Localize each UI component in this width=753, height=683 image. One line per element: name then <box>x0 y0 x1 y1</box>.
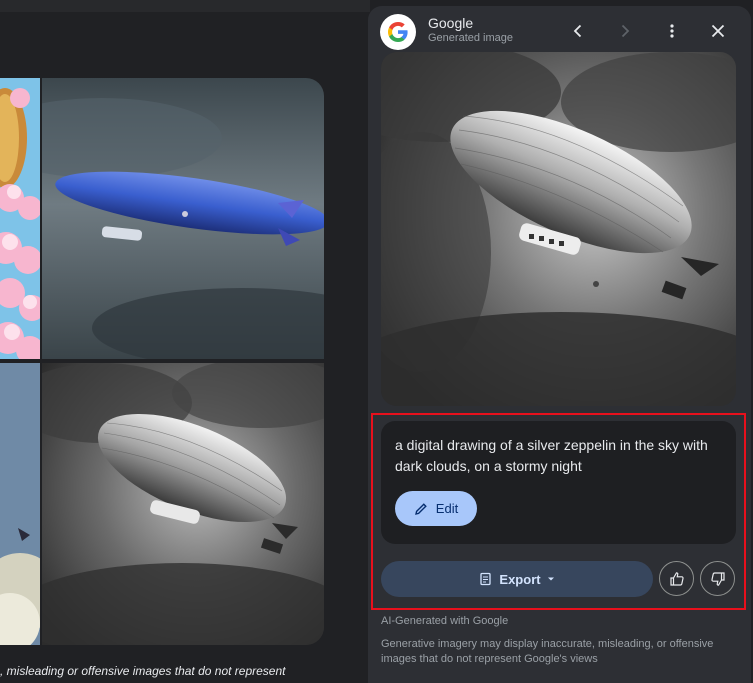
prompt-text: a digital drawing of a silver zeppelin i… <box>395 437 708 474</box>
export-button[interactable]: Export <box>381 561 653 597</box>
thumbs-down-icon <box>710 571 725 586</box>
thumbs-down-button[interactable] <box>700 561 735 596</box>
image-tile-cloud[interactable] <box>0 363 40 645</box>
prompt-card: a digital drawing of a silver zeppelin i… <box>381 421 736 544</box>
chevron-right-icon[interactable] <box>613 19 637 43</box>
generated-image-panel: Google Generated image a digital drawing… <box>368 6 751 683</box>
thumbs-up-button[interactable] <box>659 561 694 596</box>
left-disclaimer-text: , misleading or offensive images that do… <box>0 664 286 678</box>
more-vert-icon[interactable] <box>660 19 684 43</box>
edit-button[interactable]: Edit <box>395 491 477 526</box>
caret-down-icon <box>547 577 554 581</box>
generated-image-preview[interactable] <box>381 52 736 406</box>
export-label: Export <box>499 571 541 587</box>
top-bar <box>0 0 370 12</box>
generative-disclaimer: Generative imagery may display inaccurat… <box>381 638 714 665</box>
panel-title: Google <box>428 15 474 31</box>
export-doc-icon <box>480 572 492 586</box>
edit-label: Edit <box>435 501 459 516</box>
pencil-icon <box>414 502 427 515</box>
image-tile-blue-zeppelin[interactable] <box>42 78 324 359</box>
close-icon[interactable] <box>706 19 730 43</box>
google-logo-icon <box>380 14 416 50</box>
image-grid <box>0 78 324 645</box>
panel-subtitle: Generated image <box>428 32 513 44</box>
ai-generated-label: AI-Generated with Google <box>381 615 509 627</box>
image-tile-silver-zeppelin[interactable] <box>42 363 324 645</box>
app-root: , misleading or offensive images that do… <box>0 0 753 683</box>
thumbs-up-icon <box>669 571 684 586</box>
image-tile-balloon[interactable] <box>0 78 40 359</box>
chevron-left-icon[interactable] <box>566 19 590 43</box>
